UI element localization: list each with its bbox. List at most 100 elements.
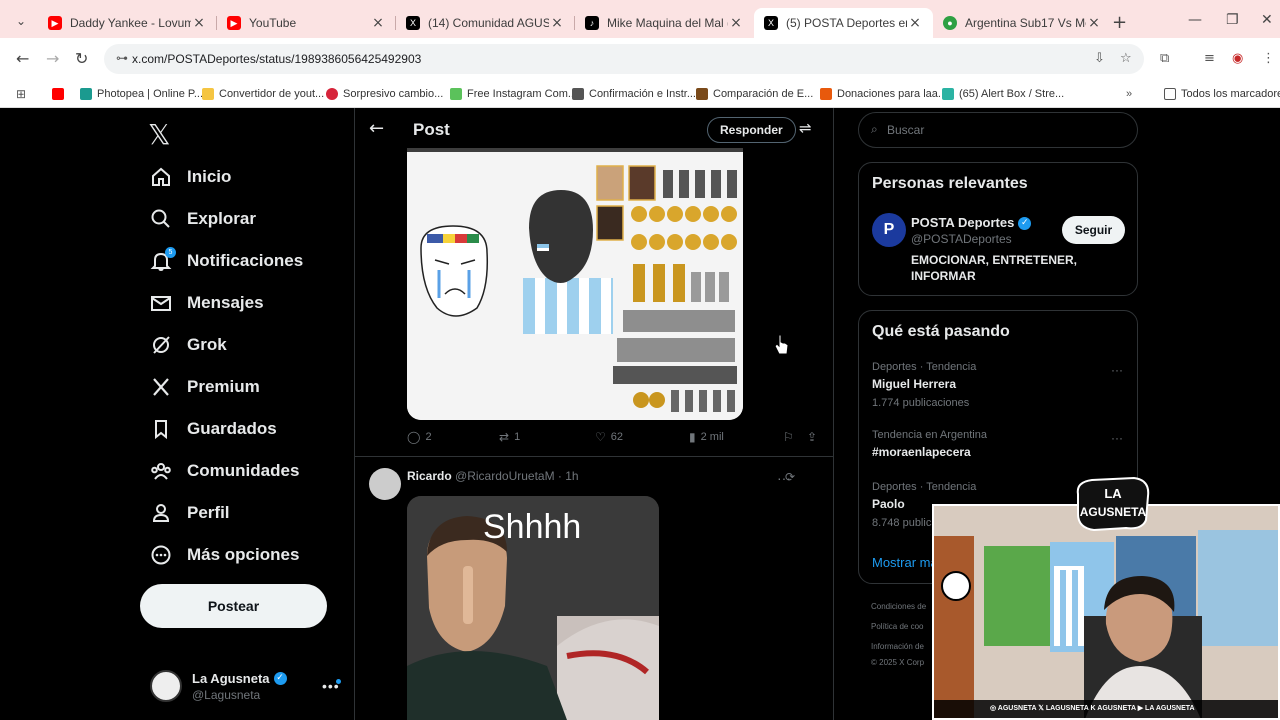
more-icon[interactable]: ··· xyxy=(1111,363,1123,377)
link-icon xyxy=(572,88,584,100)
account-handle: @Lagusneta xyxy=(192,688,261,702)
bookmark-item[interactable]: (65) Alert Box / Stre... xyxy=(942,84,1064,104)
extensions-icon[interactable]: ⧉ xyxy=(1160,51,1169,66)
close-window-icon[interactable]: ✕ xyxy=(1261,12,1273,28)
reply-time[interactable]: · 1h xyxy=(558,469,579,483)
nav-item-explorar[interactable]: Explorar xyxy=(150,204,256,234)
reply-author-name[interactable]: Ricardo xyxy=(407,469,452,483)
all-bookmarks[interactable]: Todos los marcadores xyxy=(1164,84,1280,104)
tab-title: YouTube xyxy=(249,16,297,30)
trend-name: #moraenlapecera xyxy=(872,445,971,459)
views-action[interactable]: ▮ 2 mil xyxy=(689,430,724,444)
new-tab-button[interactable]: + xyxy=(1112,12,1127,33)
reply-button[interactable]: Responder xyxy=(707,117,796,143)
trend-context: Deportes · Tendencia xyxy=(872,481,977,493)
tab-argentina-mexico[interactable]: ● Argentina Sub17 Vs México × xyxy=(933,8,1112,38)
youtube-icon: ▶ xyxy=(227,16,241,30)
bookmark-item[interactable]: Free Instagram Com... xyxy=(450,84,577,104)
nav-item-premium[interactable]: Premium xyxy=(150,372,260,402)
avatar[interactable]: P xyxy=(872,213,906,247)
profile-icon[interactable]: ◉ xyxy=(1232,51,1243,66)
profile-name[interactable]: POSTA Deportes ✓ xyxy=(911,215,1032,231)
nav-item-comunidades[interactable]: Comunidades xyxy=(150,456,299,486)
install-icon[interactable]: ⇩ xyxy=(1094,51,1105,66)
back-arrow-icon[interactable]: ← xyxy=(16,49,29,68)
avatar xyxy=(150,670,182,702)
more-icon[interactable]: ··· xyxy=(1111,431,1123,445)
reply-author-handle[interactable]: @RicardoUruetaM xyxy=(455,469,555,483)
reply-image[interactable]: Shhhh xyxy=(407,496,659,720)
search-icon xyxy=(150,208,172,230)
compare-icon xyxy=(696,88,708,100)
tab-youtube[interactable]: ▶ YouTube × xyxy=(217,8,396,38)
repost-action[interactable]: ⇄ 1 xyxy=(499,430,520,444)
notification-badge: 5 xyxy=(165,247,176,258)
post-image[interactable] xyxy=(407,148,743,420)
bookmark-item[interactable]: Convertidor de yout... xyxy=(202,84,324,104)
bookmark-action[interactable]: ⚐ xyxy=(783,430,799,444)
tab-search-icon[interactable]: ⌄ xyxy=(10,14,32,32)
profile-name-text: POSTA Deportes xyxy=(911,215,1015,230)
trend-item[interactable]: Deportes · Tendencia Miguel Herrera 1.77… xyxy=(872,361,976,409)
close-icon[interactable]: × xyxy=(728,15,744,31)
nav-item-inicio[interactable]: Inicio xyxy=(150,162,231,192)
bookmark-item[interactable]: Confirmación e Instr... xyxy=(572,84,696,104)
tab-tiktok[interactable]: ♪ Mike Maquina del Mal (@m × xyxy=(575,8,754,38)
nav-label: Inicio xyxy=(187,167,232,186)
footer-link[interactable]: Información de xyxy=(871,642,924,651)
tab-comunidad[interactable]: X (14) Comunidad AGUSTETIS × xyxy=(396,8,575,38)
close-icon[interactable]: × xyxy=(907,15,923,31)
star-icon[interactable]: ☆ xyxy=(1120,51,1132,66)
post-button[interactable]: Postear xyxy=(140,584,327,628)
follow-button[interactable]: Seguir xyxy=(1062,216,1125,244)
reload-icon[interactable]: ↻ xyxy=(75,49,88,68)
site-info-icon[interactable]: ⊶ xyxy=(116,51,128,65)
bookmark-item[interactable]: Comparación de E... xyxy=(696,84,813,104)
nav-item-mas-opciones[interactable]: Más opciones xyxy=(150,540,299,570)
tab-daddy-yankee[interactable]: ▶ Daddy Yankee - Lovumba (A × xyxy=(38,8,217,38)
nav-item-guardados[interactable]: Guardados xyxy=(150,414,277,444)
search-input[interactable]: ⌕ Buscar xyxy=(858,112,1138,148)
menu-icon[interactable]: ⋮ xyxy=(1262,51,1275,66)
post-actions: ◯ 2 ⇄ 1 ♡ 62 ▮ 2 mil ⚐ ⇪ xyxy=(407,430,819,448)
mouse-cursor-icon xyxy=(774,334,790,361)
nav-label: Guardados xyxy=(187,419,277,438)
bookmark-youtube[interactable] xyxy=(52,84,69,104)
footer-link[interactable]: Política de coo xyxy=(871,622,923,631)
close-icon[interactable]: × xyxy=(1086,15,1102,31)
reply-action[interactable]: ◯ 2 xyxy=(407,430,432,444)
tab-title: Mike Maquina del Mal (@m xyxy=(607,16,728,30)
more-icon[interactable]: ··· xyxy=(777,470,791,486)
account-switcher[interactable]: La Agusneta ✓ @Lagusneta xyxy=(150,670,287,702)
nav-item-notificaciones[interactable]: 5 Notificaciones xyxy=(150,246,303,276)
address-bar[interactable]: ⊶ x.com/POSTADeportes/status/19893860564… xyxy=(104,44,1144,74)
chevron-right-icon[interactable]: » xyxy=(1126,84,1132,104)
x-logo-icon[interactable]: 𝕏 xyxy=(148,118,171,151)
nav-item-mensajes[interactable]: Mensajes xyxy=(150,288,264,318)
close-icon[interactable]: × xyxy=(370,15,386,31)
verified-icon: ✓ xyxy=(273,672,287,686)
bookmark-item[interactable]: Photopea | Online P... xyxy=(80,84,203,104)
media-icon[interactable]: ≡ xyxy=(1204,51,1215,66)
avatar[interactable] xyxy=(369,468,401,500)
tab-posta-deportes[interactable]: X (5) POSTA Deportes en X: " × xyxy=(754,8,933,38)
share-action[interactable]: ⇪ xyxy=(807,430,822,444)
close-icon[interactable]: × xyxy=(191,15,207,31)
trend-item[interactable]: Tendencia en Argentina #moraenlapecera xyxy=(872,429,987,459)
settings-icon[interactable]: ⇌ xyxy=(799,119,812,137)
maximize-icon[interactable]: ❐ xyxy=(1226,12,1239,28)
close-icon[interactable]: × xyxy=(549,15,565,31)
forward-arrow-icon[interactable]: → xyxy=(46,49,59,68)
tab-title: (14) Comunidad AGUSTETIS xyxy=(428,16,549,30)
nav-item-grok[interactable]: Grok xyxy=(150,330,227,360)
back-arrow-icon[interactable]: ← xyxy=(369,118,384,139)
profile-handle[interactable]: @POSTADeportes xyxy=(911,232,1012,246)
minimize-icon[interactable]: — xyxy=(1188,12,1202,28)
bookmark-item[interactable]: Sorpresivo cambio... xyxy=(326,84,443,104)
footer-link[interactable]: Condiciones de xyxy=(871,602,926,611)
nav-item-perfil[interactable]: Perfil xyxy=(150,498,230,528)
apps-icon[interactable]: ⊞ xyxy=(16,84,26,104)
like-action[interactable]: ♡ 62 xyxy=(595,430,623,444)
repost-count: 1 xyxy=(514,431,521,443)
bookmark-item[interactable]: Donaciones para laa... xyxy=(820,84,947,104)
